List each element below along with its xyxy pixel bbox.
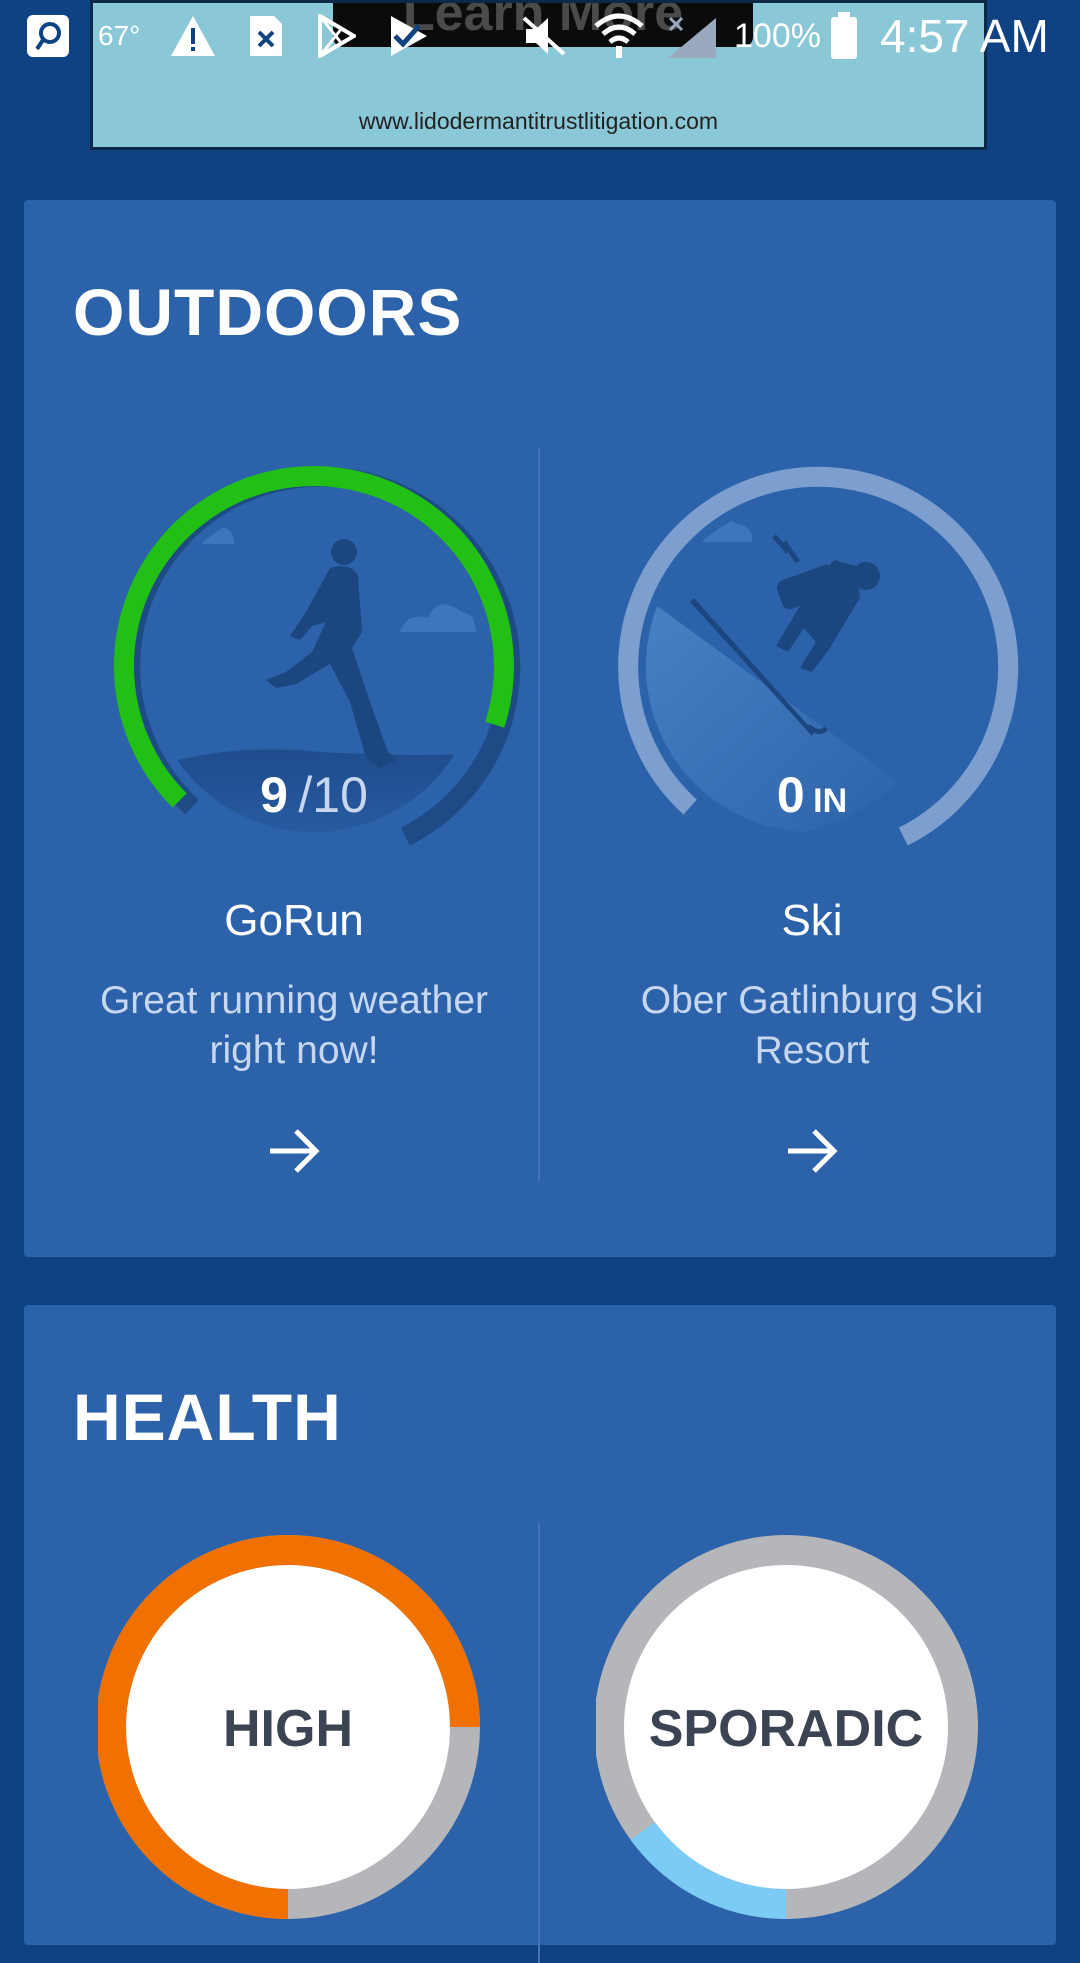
ski-name: Ski	[781, 896, 843, 945]
gorun-score-readout: 9 /10	[164, 766, 464, 824]
gorun-name: GoRun	[224, 896, 364, 945]
battery-icon	[828, 12, 860, 60]
mute-icon	[520, 12, 568, 60]
clock-time: 4:57 AM	[880, 10, 1049, 62]
gorun-description: Great running weather right now!	[99, 979, 489, 1072]
temperature-text: 67°	[98, 20, 141, 51]
gorun-arrow-button[interactable]	[254, 1111, 334, 1191]
arrow-right-icon	[788, 1129, 838, 1173]
warning-icon	[168, 12, 218, 60]
health-card: HEALTH HIGH SPORADIC	[24, 1305, 1056, 1963]
ski-arrow-button[interactable]	[772, 1111, 852, 1191]
column-divider	[538, 448, 540, 1181]
gorun-score-max: /10	[298, 767, 368, 823]
runner-icon	[266, 539, 398, 768]
status-bar: 67° 100% 4:57 AM	[0, 0, 1080, 72]
ski-description: Ober Gatlinburg Ski Resort	[640, 979, 984, 1072]
wifi-icon	[592, 12, 646, 60]
ski-amount-readout: 0 IN	[662, 766, 962, 824]
ski-unit: IN	[813, 782, 848, 820]
file-error-icon	[246, 12, 286, 60]
gorun-score: 9	[260, 767, 288, 823]
arrow-right-icon	[270, 1129, 320, 1173]
battery-percent: 100%	[734, 17, 821, 55]
column-divider	[538, 1523, 540, 1963]
signal-icon	[662, 12, 718, 60]
health-left-label: HIGH	[223, 1700, 353, 1758]
health-right-label: SPORADIC	[648, 1700, 924, 1758]
checkmark-icon	[386, 12, 430, 60]
ad-url[interactable]: www.lidodermantitrustlitigation.com	[93, 108, 984, 135]
outdoors-card: OUTDOORS 9 /10 GoRun Great running weath…	[24, 200, 1056, 1257]
play-store-icon	[314, 12, 358, 60]
outdoors-title: OUTDOORS	[73, 275, 463, 349]
ski-amount: 0	[776, 767, 805, 823]
cloud-icon	[400, 604, 477, 632]
app-notification-icon	[24, 12, 72, 60]
health-title: HEALTH	[73, 1380, 342, 1454]
